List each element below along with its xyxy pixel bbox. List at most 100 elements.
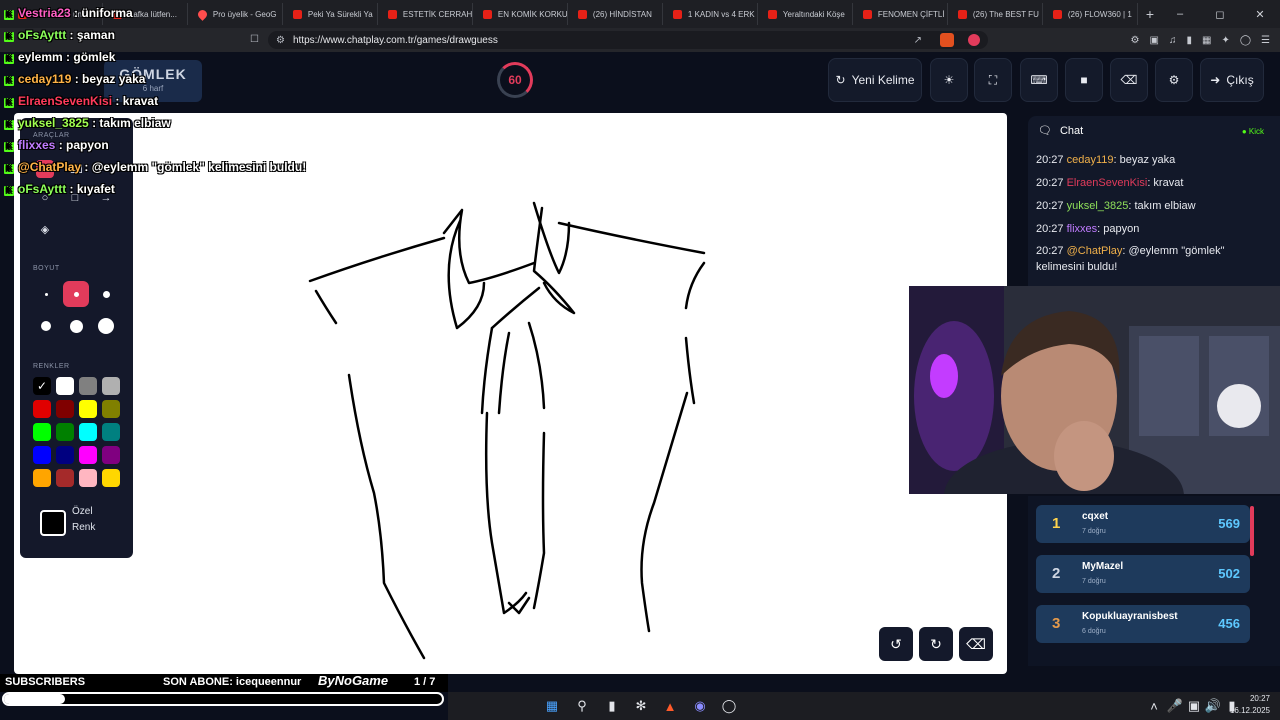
- browser-tab[interactable]: ESTETİK CERRAH: [378, 3, 473, 25]
- chat-message: 20:27 @ChatPlay: @eylemm "gömlek" kelime…: [1036, 243, 1256, 275]
- color-swatch[interactable]: [102, 469, 120, 487]
- color-swatch[interactable]: [79, 446, 97, 464]
- vpn-icon[interactable]: ◯: [1240, 35, 1251, 46]
- youtube-icon: [767, 9, 777, 19]
- wallet-icon[interactable]: ▦: [1202, 35, 1211, 46]
- youtube-icon: [387, 9, 397, 19]
- color-swatch[interactable]: [56, 400, 74, 418]
- tray-expand-button[interactable]: ˄: [1145, 697, 1163, 715]
- color-swatch[interactable]: [56, 377, 74, 395]
- chatgpt-button[interactable]: ✻: [632, 697, 650, 715]
- size-option-3[interactable]: [93, 281, 119, 307]
- color-swatch[interactable]: [102, 400, 120, 418]
- start-button[interactable]: ▦: [543, 697, 561, 715]
- color-swatch[interactable]: [79, 400, 97, 418]
- sidebar-icon[interactable]: ▮: [1186, 35, 1192, 46]
- color-swatch[interactable]: [102, 423, 120, 441]
- color-swatch[interactable]: [79, 423, 97, 441]
- browser-tab[interactable]: EN KOMİK KORKU: [473, 3, 568, 25]
- menu-icon[interactable]: ☰: [1261, 35, 1270, 46]
- size-option-6[interactable]: [93, 313, 119, 339]
- color-swatch[interactable]: [33, 469, 51, 487]
- exit-button[interactable]: ➜ Çıkış: [1200, 58, 1264, 102]
- size-dot: [69, 319, 83, 333]
- brightness-button[interactable]: ☀: [930, 58, 968, 102]
- archive-button[interactable]: ■: [1065, 58, 1103, 102]
- minimize-button[interactable]: –: [1160, 8, 1200, 20]
- browser-tab[interactable]: (26) FLOW360 | 1: [1043, 3, 1138, 25]
- keyboard-button[interactable]: ⌨: [1020, 58, 1058, 102]
- volume-button[interactable]: 🔊: [1204, 697, 1222, 715]
- chat-text: : beyaz yaka: [1113, 154, 1176, 166]
- color-swatch[interactable]: [79, 377, 97, 395]
- leaderboard-name: cqxet: [1082, 511, 1109, 522]
- site-info-icon[interactable]: ⚙: [276, 35, 285, 46]
- media-icon[interactable]: ♫: [1169, 35, 1177, 46]
- color-swatch[interactable]: [33, 446, 51, 464]
- chat-text: : takım elbiaw: [1128, 200, 1196, 212]
- brand-logo: ByNoGame: [318, 673, 389, 688]
- chat-user[interactable]: @ChatPlay: [1067, 245, 1123, 257]
- brave-button[interactable]: ▲: [661, 697, 679, 715]
- progress-fill: [4, 694, 66, 704]
- taskbar-clock[interactable]: 20:27 16.12.2025: [1230, 693, 1270, 717]
- search-icon: ⚲: [577, 698, 587, 713]
- delete-button[interactable]: ⌫: [1110, 58, 1148, 102]
- redo-button[interactable]: ↻: [919, 627, 953, 661]
- undo-button[interactable]: ↺: [879, 627, 913, 661]
- chat-user[interactable]: ElraenSevenKisi: [1067, 177, 1148, 189]
- bookmark-icon[interactable]: ☐: [250, 34, 259, 45]
- brave-shield-icon[interactable]: [940, 33, 954, 47]
- file-explorer-button[interactable]: ▮: [603, 697, 621, 715]
- chat-user[interactable]: flixxes: [1067, 223, 1098, 235]
- browser-tab[interactable]: Yeraltındaki Köşe: [758, 3, 853, 25]
- scrollbar-thumb[interactable]: [1250, 506, 1254, 556]
- discord-button[interactable]: ◉: [691, 697, 709, 715]
- browser-tab[interactable]: Peki Ya Sürekli Ya: [283, 3, 378, 25]
- address-field[interactable]: ⚙ https://www.chatplay.com.tr/games/draw…: [268, 31, 988, 49]
- archive-icon: ■: [1080, 73, 1088, 87]
- speaker-icon: 🔊: [1204, 698, 1222, 713]
- color-swatch[interactable]: [102, 377, 120, 395]
- color-swatch[interactable]: [102, 446, 120, 464]
- color-swatch[interactable]: [33, 423, 51, 441]
- fill-tool[interactable]: ◈: [36, 220, 54, 238]
- color-swatch[interactable]: [33, 400, 51, 418]
- share-icon[interactable]: ↗: [914, 35, 922, 46]
- search-button[interactable]: ⚲: [573, 697, 591, 715]
- extensions-icon[interactable]: ⚙: [1131, 35, 1140, 46]
- color-swatch[interactable]: [56, 446, 74, 464]
- kick-badge-icon: K: [4, 54, 14, 64]
- browser-tab[interactable]: (26) HİNDİSTAN: [568, 3, 663, 25]
- color-swatch[interactable]: [79, 469, 97, 487]
- obs-button[interactable]: ◯: [720, 697, 738, 715]
- drawing-canvas[interactable]: [14, 113, 1007, 674]
- size-option-4[interactable]: [33, 313, 59, 339]
- leo-ai-icon[interactable]: ✦: [1221, 35, 1229, 46]
- new-tab-button[interactable]: +: [1138, 6, 1162, 22]
- microphone-button[interactable]: 🎤: [1166, 697, 1184, 715]
- brave-rewards-icon[interactable]: [968, 34, 980, 46]
- kick-badge-icon: K: [4, 98, 14, 108]
- fullscreen-button[interactable]: ⛶: [974, 58, 1012, 102]
- size-option-2[interactable]: [63, 281, 89, 307]
- network-button[interactable]: ▣: [1185, 697, 1203, 715]
- close-window-button[interactable]: ✕: [1240, 8, 1280, 21]
- screenshot-icon[interactable]: ▣: [1150, 35, 1159, 46]
- color-swatch[interactable]: ✓: [33, 377, 51, 395]
- color-swatch[interactable]: [56, 423, 74, 441]
- settings-button[interactable]: ⚙: [1155, 58, 1193, 102]
- browser-tab[interactable]: 1 KADIN vs 4 ERK: [663, 3, 758, 25]
- size-option-1[interactable]: [33, 281, 59, 307]
- new-word-button[interactable]: ↻ Yeni Kelime: [828, 58, 922, 102]
- browser-tab[interactable]: FENOMEN ÇİFTLİ: [853, 3, 948, 25]
- browser-tab[interactable]: (26) The BEST FU: [948, 3, 1043, 25]
- browser-tab[interactable]: Pro üyelik - GeoG: [188, 3, 283, 25]
- maximize-button[interactable]: ◻: [1200, 8, 1240, 21]
- clear-canvas-button[interactable]: ⌫: [959, 627, 993, 661]
- chat-user[interactable]: yuksel_3825: [1067, 200, 1129, 212]
- color-swatch[interactable]: [56, 469, 74, 487]
- custom-color-button[interactable]: [40, 510, 66, 536]
- size-option-5[interactable]: [63, 313, 89, 339]
- chat-user[interactable]: ceday119: [1067, 154, 1114, 166]
